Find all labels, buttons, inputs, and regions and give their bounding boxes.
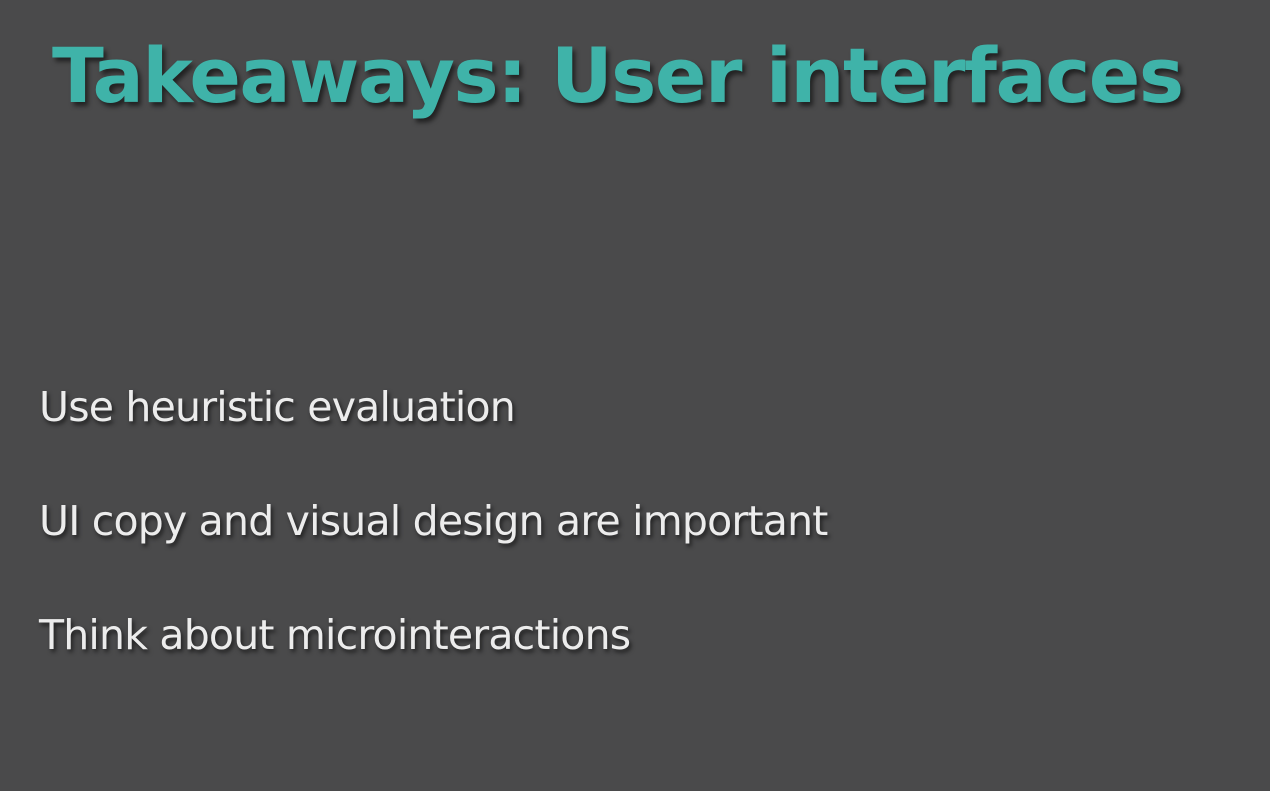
slide-title: Takeaways: User interfaces [52,31,1184,120]
bullet-item: UI copy and visual design are important [39,497,828,545]
slide: Takeaways: User interfaces Use heuristic… [0,0,1270,791]
bullet-item: Think about microinteractions [39,611,631,659]
bullet-item: Use heuristic evaluation [39,383,516,431]
bullet-list: Use heuristic evaluation UI copy and vis… [39,378,828,720]
